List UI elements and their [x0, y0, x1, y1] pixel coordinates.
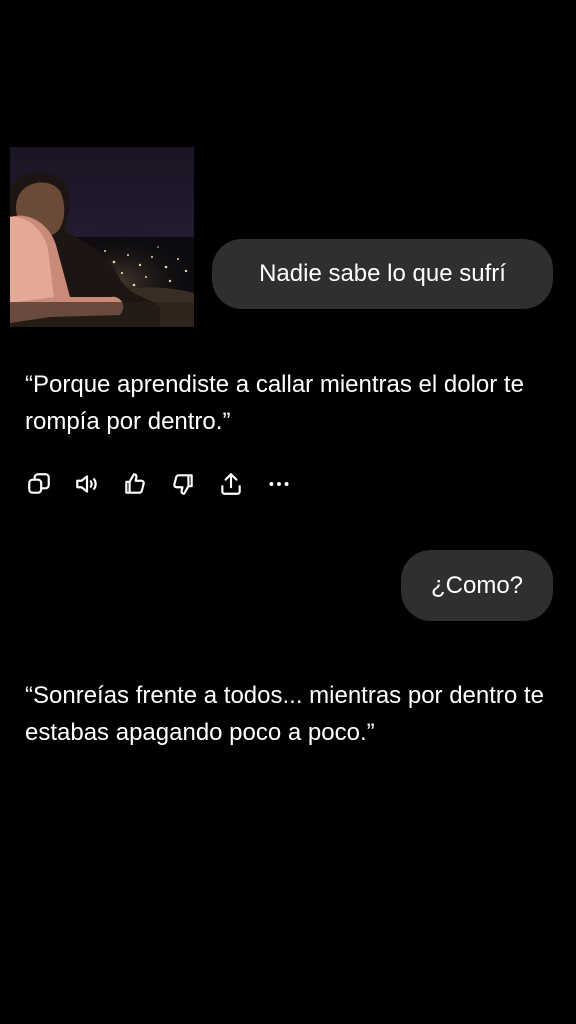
user-message-text: Nadie sabe lo que sufrí: [259, 260, 506, 287]
assistant-message-text: “Porque aprendiste a callar mientras el …: [25, 371, 524, 435]
speaker-icon: [76, 475, 97, 493]
good-response-button[interactable]: [121, 470, 149, 498]
copy-icon: [28, 473, 50, 494]
thumbs-down-icon: [173, 474, 193, 495]
share-icon: [221, 473, 241, 495]
copy-button[interactable]: [25, 470, 53, 498]
user-message-text: ¿Como?: [430, 571, 524, 599]
more-icon: [269, 482, 289, 486]
more-options-button[interactable]: [265, 470, 293, 498]
night-city-photo: [10, 147, 194, 327]
share-button[interactable]: [217, 470, 245, 498]
read-aloud-button[interactable]: [73, 470, 101, 498]
thumbs-up-icon: [125, 473, 145, 494]
assistant-message-text: “Sonreías frente a todos... mientras por…: [25, 682, 544, 746]
user-message-bubble: Nadie sabe lo que sufrí: [212, 239, 553, 309]
attached-photo[interactable]: [10, 147, 194, 327]
user-message-bubble: ¿Como?: [401, 550, 553, 621]
bad-response-button[interactable]: [169, 470, 197, 498]
message-actions: [25, 469, 313, 499]
